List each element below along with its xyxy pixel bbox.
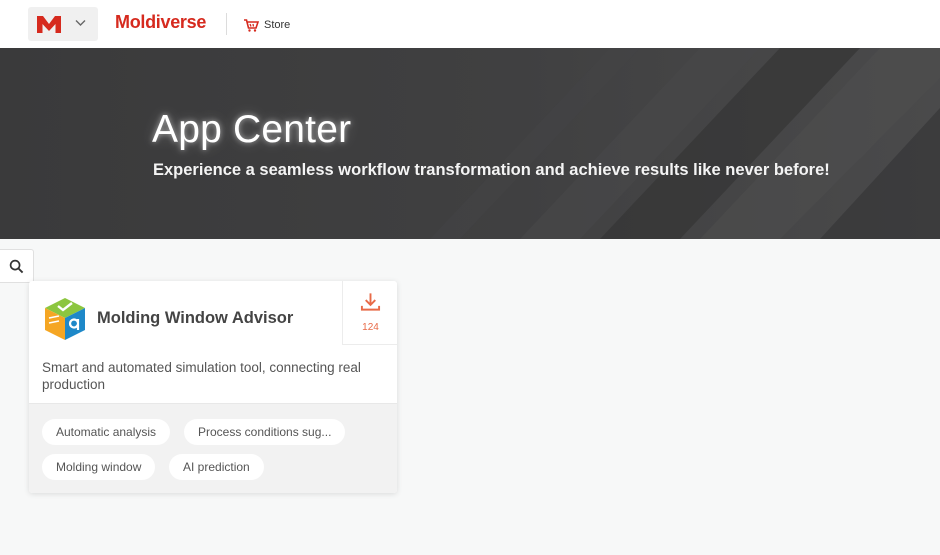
download-button[interactable]: 124: [342, 281, 397, 345]
store-label: Store: [264, 19, 291, 31]
search-icon: [9, 259, 24, 274]
tag-automatic-analysis[interactable]: Automatic analysis: [42, 419, 171, 445]
download-count: 124: [362, 322, 379, 333]
header-divider: [226, 13, 227, 35]
download-icon: [360, 293, 381, 311]
top-navigation-bar: Moldiverse Store: [0, 0, 940, 49]
tags-area: Automatic analysis Process conditions su…: [29, 403, 397, 493]
moldiverse-m-logo-icon: [37, 16, 61, 33]
hero-banner: App Center Experience a seamless workflo…: [0, 48, 940, 239]
tag-ai-prediction[interactable]: AI prediction: [169, 454, 264, 480]
app-title[interactable]: Molding Window Advisor: [97, 309, 293, 328]
search-button[interactable]: [0, 249, 34, 283]
hero-title: App Center: [152, 108, 352, 151]
hero-background-pattern: [0, 48, 940, 239]
tag-process-conditions[interactable]: Process conditions sug...: [184, 419, 346, 445]
app-card[interactable]: Molding Window Advisor 124 Smart and aut…: [29, 281, 397, 493]
hero-subtitle: Experience a seamless workflow transform…: [153, 161, 830, 179]
molding-window-advisor-app-icon: [45, 298, 85, 340]
tag-molding-window[interactable]: Molding window: [42, 454, 156, 480]
app-description: Smart and automated simulation tool, con…: [42, 360, 361, 392]
cart-icon: [244, 19, 259, 32]
app-switcher-button[interactable]: [28, 7, 98, 41]
brand-logo-text[interactable]: Moldiverse: [115, 12, 206, 33]
store-link[interactable]: Store: [243, 16, 290, 34]
chevron-down-icon: [75, 20, 86, 26]
